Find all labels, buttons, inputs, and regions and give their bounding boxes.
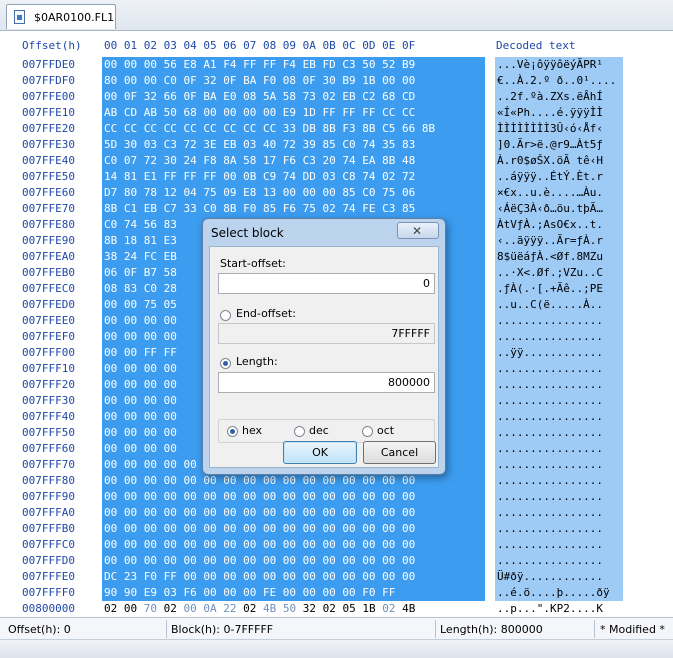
last-row-byte[interactable]: 4B	[263, 602, 283, 615]
decoded-text-header: Decoded text	[496, 39, 576, 52]
status-block: Block(h): 0-7FFFFF	[171, 623, 274, 636]
last-row-byte[interactable]: 4B	[402, 602, 415, 615]
dialog-close-button[interactable]: ✕	[397, 222, 439, 239]
tab-file[interactable]: $0AR0100.FL1	[6, 4, 116, 29]
dialog-body: Start-offset: 0 End-offset: 7FFFFF Lengt…	[209, 246, 439, 468]
radix-group: hex dec oct	[218, 419, 435, 443]
last-row-byte[interactable]: 05	[343, 602, 363, 615]
start-offset-input[interactable]: 0	[218, 273, 435, 294]
last-row-byte[interactable]: 02	[323, 602, 343, 615]
tab-bar: $0AR0100.FL1	[0, 0, 673, 31]
last-row-byte[interactable]: 02	[382, 602, 402, 615]
end-offset-input[interactable]: 7FFFFF	[218, 323, 435, 344]
last-row-byte[interactable]: 02	[243, 602, 263, 615]
last-row-byte[interactable]: 22	[223, 602, 243, 615]
last-row-byte[interactable]: 1B	[362, 602, 382, 615]
status-divider	[435, 620, 436, 638]
last-row-byte[interactable]: 00	[184, 602, 204, 615]
last-row-decoded[interactable]: ..p...".KP2....K	[497, 601, 603, 617]
dialog-title: Select block	[211, 226, 284, 240]
select-block-dialog: Select block ✕ Start-offset: 0 End-offse…	[202, 218, 446, 475]
radix-hex-label: hex	[242, 424, 263, 437]
radix-oct-radio[interactable]	[362, 426, 373, 437]
last-row-byte[interactable]: 02	[104, 602, 124, 615]
radix-dec-label: dec	[309, 424, 329, 437]
end-offset-label: End-offset:	[236, 307, 296, 320]
close-icon: ✕	[412, 224, 423, 238]
byte-column-headers: 00 01 02 03 04 05 06 07 08 09 0A 0B 0C 0…	[104, 39, 416, 52]
status-modified: * Modified *	[600, 623, 665, 636]
last-row-byte[interactable]: 50	[283, 602, 303, 615]
last-row-byte[interactable]: 0A	[203, 602, 223, 615]
row-offsets: 007FFDE0 007FFDF0 007FFE00 007FFE10 007F…	[22, 58, 75, 599]
length-input[interactable]: 800000	[218, 372, 435, 393]
radix-oct-label: oct	[377, 424, 395, 437]
last-row-hex[interactable]: 02 00 70 02 00 0A 22 02 4B 50 32 02 05 1…	[104, 601, 415, 617]
decoded-text-area[interactable]: ...Vè¡ôÿÿôëýÃPR¹ €..À.2.º ð..0¹.... ..2f…	[497, 57, 622, 601]
end-offset-radio[interactable]	[220, 310, 231, 321]
last-row-byte[interactable]: 32	[303, 602, 323, 615]
cancel-button[interactable]: Cancel	[363, 441, 436, 464]
radix-dec-radio[interactable]	[294, 426, 305, 437]
window-bottom-edge	[0, 639, 673, 658]
length-radio[interactable]	[220, 358, 231, 369]
last-row-byte[interactable]: 00	[124, 602, 144, 615]
status-divider	[166, 620, 167, 638]
start-offset-label: Start-offset:	[220, 257, 286, 270]
offset-column-header: Offset(h)	[22, 39, 82, 52]
radix-hex-radio[interactable]	[227, 426, 238, 437]
ok-button[interactable]: OK	[283, 441, 357, 464]
status-offset: Offset(h): 0	[8, 623, 71, 636]
last-row-byte[interactable]: 02	[164, 602, 184, 615]
status-bar: Offset(h): 0 Block(h): 0-7FFFFF Length(h…	[0, 617, 673, 640]
last-row-byte[interactable]: 70	[144, 602, 164, 615]
tab-file-label: $0AR0100.FL1	[34, 11, 115, 24]
status-length: Length(h): 800000	[440, 623, 543, 636]
document-icon	[14, 10, 25, 24]
length-label: Length:	[236, 355, 278, 368]
last-row-offset: 00800000	[22, 602, 75, 615]
status-divider	[594, 620, 595, 638]
